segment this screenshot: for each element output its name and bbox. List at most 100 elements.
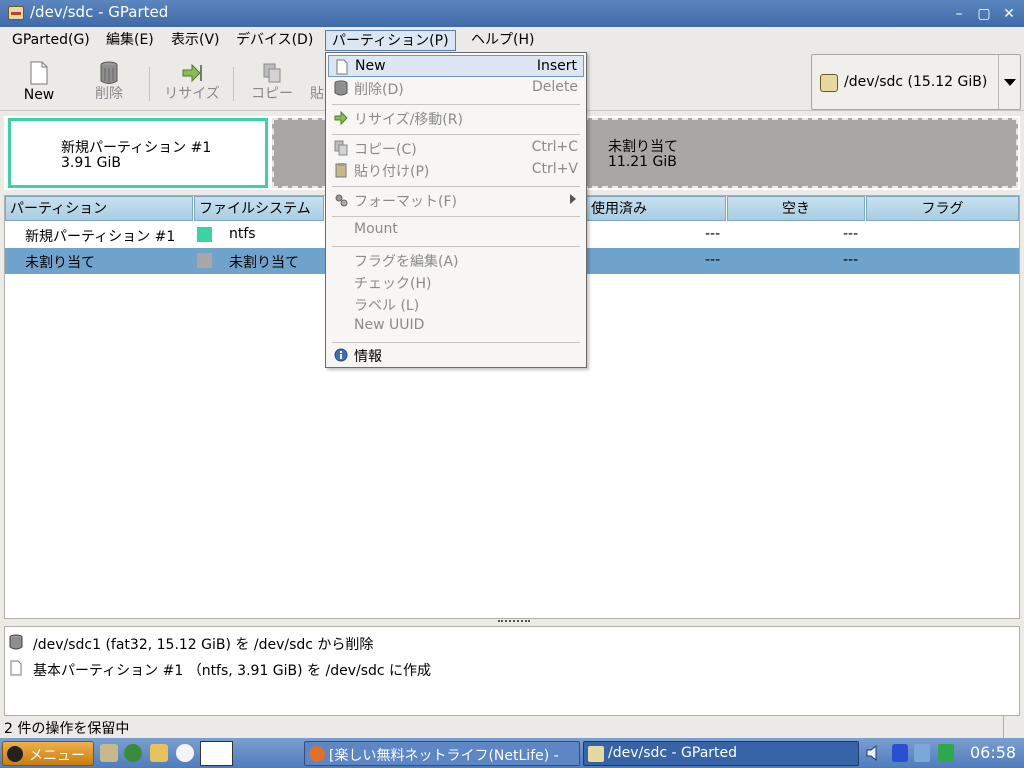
graphic-partition-name: 新規パーティション #1 [61, 140, 212, 156]
list-item[interactable]: /dev/sdc1 (fat32, 15.12 GiB) を /dev/sdc … [9, 631, 1009, 653]
cell-used: --- [705, 252, 721, 268]
column-header-free[interactable]: 空き [727, 196, 865, 221]
task-button-browser[interactable]: [楽しい無料ネットライフ(NetLife) - [304, 741, 580, 766]
menu-item-mount-label: Mount [354, 221, 398, 237]
menu-item-check-label: チェック(H) [354, 276, 432, 292]
column-header-filesystem[interactable]: ファイルシステム [194, 196, 324, 221]
resize-arrow-icon [182, 63, 202, 83]
menu-partition[interactable]: パーティション(P) [325, 30, 456, 51]
trash-icon [100, 61, 118, 84]
menu-edit[interactable]: 編集(E) [100, 30, 160, 51]
maximize-button[interactable]: ▢ [975, 5, 993, 23]
disk-icon [820, 74, 838, 92]
menu-separator [332, 134, 580, 135]
copy-button-label: コピー [251, 86, 293, 102]
cell-filesystem: ntfs [229, 226, 256, 242]
menu-item-resize-move[interactable]: リサイズ/移動(R) [328, 107, 584, 129]
list-item[interactable]: 基本パーティション #1 （ntfs, 3.91 GiB) を /dev/sdc… [9, 657, 1009, 679]
trash-icon [334, 80, 348, 96]
format-gears-icon [335, 194, 348, 207]
menu-item-manage-flags[interactable]: フラグを編集(A) [328, 249, 584, 271]
task-label: /dev/sdc - GParted [608, 745, 738, 761]
menu-item-information[interactable]: 情報 [328, 344, 584, 366]
new-document-icon [336, 59, 348, 75]
menu-item-new-label: New [355, 58, 386, 74]
menu-item-label[interactable]: ラベル (L) [328, 293, 584, 315]
menu-item-flags-label: フラグを編集(A) [354, 254, 459, 270]
menu-item-check[interactable]: チェック(H) [328, 271, 584, 293]
toolbar-separator [149, 67, 150, 101]
volume-icon[interactable] [866, 744, 882, 762]
browser-globe-icon[interactable] [124, 744, 142, 762]
menu-item-copy-accel: Ctrl+C [531, 139, 578, 155]
column-header-flags[interactable]: フラグ [866, 196, 1019, 221]
menu-item-copy[interactable]: コピー(C) Ctrl+C [328, 137, 584, 159]
desktop-pager[interactable] [200, 741, 233, 766]
column-header-partition[interactable]: パーティション [5, 196, 193, 221]
gparted-app-icon [588, 746, 604, 762]
menu-help[interactable]: ヘルプ(H) [465, 30, 540, 51]
graphic-unallocated-size: 11.21 GiB [608, 154, 677, 170]
menu-item-new-accel: Insert [536, 58, 577, 74]
resize-button[interactable]: リサイズ [158, 59, 226, 109]
menu-item-delete-label: 削除(D) [354, 82, 404, 98]
resize-arrow-icon [334, 110, 348, 126]
graphic-unallocated-name: 未割り当て [608, 139, 678, 155]
menu-item-new[interactable]: New Insert [328, 55, 584, 77]
toolbar-separator [233, 67, 234, 101]
close-button[interactable]: ✕ [1000, 5, 1018, 23]
menu-gparted[interactable]: GParted(G) [6, 30, 96, 51]
device-selector[interactable]: /dev/sdc (15.12 GiB) [811, 54, 1021, 110]
menu-item-new-uuid[interactable]: New UUID [328, 315, 584, 337]
device-selector-value: /dev/sdc (15.12 GiB) [844, 74, 988, 90]
penguin-icon[interactable] [176, 744, 194, 762]
clock[interactable]: 06:58 [970, 743, 1016, 762]
info-icon [334, 348, 348, 362]
minimize-button[interactable]: – [950, 5, 968, 23]
gparted-launcher-icon[interactable] [100, 744, 118, 762]
task-button-gparted[interactable]: /dev/sdc - GParted [583, 741, 859, 766]
cell-partition: 新規パーティション #1 [25, 229, 176, 245]
folder-icon[interactable] [150, 744, 168, 762]
menu-view[interactable]: 表示(V) [165, 30, 226, 51]
menu-separator [332, 186, 580, 187]
battery-icon[interactable] [938, 744, 954, 762]
menu-item-format-label: フォーマット(F) [354, 194, 457, 210]
copy-icon [263, 63, 281, 83]
operation-text: 基本パーティション #1 （ntfs, 3.91 GiB) を /dev/sdc… [33, 663, 432, 679]
menu-item-info-label: 情報 [354, 349, 382, 365]
resize-button-label: リサイズ [164, 86, 220, 102]
start-menu-label: メニュー [29, 748, 85, 764]
submenu-arrow-icon [570, 194, 576, 204]
dropdown-arrow-icon[interactable] [998, 55, 1020, 109]
delete-button-label: 削除 [95, 86, 123, 102]
cell-free: --- [843, 252, 859, 268]
taskbar: メニュー [楽しい無料ネットライフ(NetLife) - /dev/sdc - … [0, 738, 1024, 768]
graphic-partition-ntfs[interactable]: 新規パーティション #1 3.91 GiB [8, 118, 268, 188]
paste-icon [335, 163, 347, 178]
network-icon[interactable] [914, 744, 930, 762]
menu-item-resize-label: リサイズ/移動(R) [354, 112, 463, 128]
cell-partition: 未割り当て [25, 255, 95, 271]
task-label: [楽しい無料ネットライフ(NetLife) - [329, 748, 559, 764]
cell-used: --- [705, 226, 721, 242]
status-bar: 2 件の操作を保留中 [0, 716, 1024, 738]
pending-operations-list: /dev/sdc1 (fat32, 15.12 GiB) を /dev/sdc … [4, 626, 1020, 716]
new-document-icon [10, 660, 22, 676]
window-title: /dev/sdc - GParted [30, 3, 169, 21]
menu-item-format[interactable]: フォーマット(F) [328, 189, 584, 211]
menu-item-mount[interactable]: Mount [328, 219, 584, 241]
bluetooth-icon[interactable] [892, 744, 908, 762]
copy-button[interactable]: コピー [244, 59, 300, 109]
menu-separator [332, 246, 580, 247]
new-button[interactable]: New [10, 59, 68, 109]
menu-item-paste[interactable]: 貼り付け(P) Ctrl+V [328, 159, 584, 181]
column-header-used[interactable]: 使用済み [586, 196, 726, 221]
status-pane [0, 716, 1004, 738]
menu-device[interactable]: デバイス(D) [230, 30, 319, 51]
filesystem-color-swatch [197, 227, 212, 242]
delete-button[interactable]: 削除 [80, 59, 138, 109]
partition-menu-dropdown: New Insert 削除(D) Delete リサイズ/移動(R) コピー(C… [325, 52, 587, 368]
start-menu-button[interactable]: メニュー [2, 741, 94, 766]
menu-item-delete[interactable]: 削除(D) Delete [328, 77, 584, 99]
